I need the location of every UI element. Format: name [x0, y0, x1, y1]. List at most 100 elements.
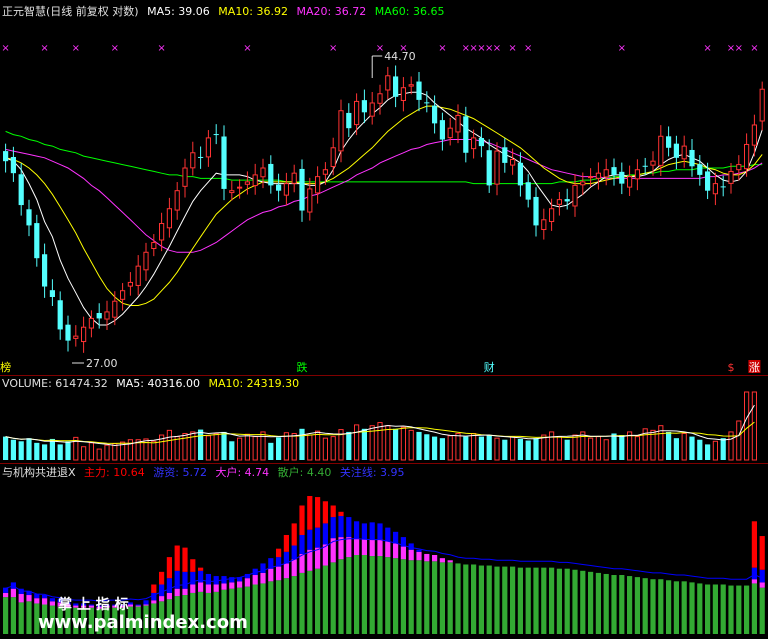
- top-marker: ×: [376, 43, 384, 54]
- candle-body-up: [494, 150, 500, 185]
- indicator-bar-small: [471, 564, 477, 634]
- indicator-bar-small: [533, 567, 539, 634]
- volume-bar-up: [330, 436, 336, 461]
- big-holder-label: 大户: 4.74: [215, 466, 270, 479]
- volume-bar-down: [346, 431, 352, 460]
- candle: [369, 91, 375, 125]
- candle-body-up: [283, 183, 289, 196]
- candle: [182, 158, 188, 198]
- volume-bar-down: [720, 438, 726, 460]
- indicator-bar-small: [510, 566, 516, 634]
- indicator-bar-big: [10, 588, 16, 598]
- indicator-bar-main: [182, 547, 188, 572]
- indicator-bar-small: [463, 564, 469, 634]
- indicator-bar-small: [759, 587, 765, 634]
- candle: [190, 141, 196, 176]
- candle: [619, 162, 625, 195]
- candle: [18, 163, 24, 216]
- indicator-bar-big: [385, 541, 391, 558]
- candle: [205, 130, 212, 167]
- candle-body-up: [182, 167, 188, 187]
- indicator-bar-inst: [159, 584, 165, 597]
- candle: [486, 139, 492, 193]
- candle: [252, 163, 258, 195]
- candle: [26, 199, 32, 237]
- candle-body-down: [697, 164, 703, 175]
- candle: [627, 165, 633, 196]
- candle-body-down: [611, 167, 617, 175]
- candle: [338, 99, 344, 163]
- candle: [260, 158, 266, 189]
- candle-body-up: [455, 114, 461, 133]
- indicator-bar-big: [237, 581, 243, 588]
- candle: [447, 117, 453, 146]
- indicator-bar-big: [416, 551, 422, 561]
- volume-bar-down: [502, 439, 508, 460]
- indicator-bar-small: [455, 563, 461, 634]
- main-force-label: 主力: 10.64: [84, 466, 145, 479]
- volume-bar-down: [439, 438, 445, 460]
- volume-bar-down: [486, 435, 492, 460]
- candle: [478, 127, 484, 158]
- indicator-bar-small: [393, 558, 399, 634]
- indicator-bar-big: [221, 583, 227, 590]
- indicator-bar-big: [447, 560, 453, 563]
- indicator-bar-small: [268, 581, 274, 634]
- indicator-bar-inst: [338, 516, 344, 538]
- indicator-bar-small: [517, 567, 523, 634]
- candle-body-down: [49, 290, 55, 297]
- volume-bar-down: [198, 429, 204, 460]
- volume-bar-up: [322, 437, 328, 461]
- stock-chart-window: × × × × × × × × × × × × × × × × × × × × × × 榜跌财 $ 涨 44.70 27.00 …: [0, 0, 768, 639]
- indicator-bar-big: [439, 558, 445, 563]
- candle-body-up: [650, 160, 656, 166]
- chart-canvas[interactable]: × × × × × × × × × × × × × × × × × × × × × × 榜跌财 $ 涨 44.7027.00: [0, 0, 768, 639]
- candle: [276, 173, 282, 202]
- indicator-bar-small: [385, 557, 391, 634]
- candle: [603, 158, 609, 186]
- candle-body-down: [642, 165, 648, 167]
- candle-body-down: [221, 136, 227, 189]
- watermark-title: 掌 上 指 标: [58, 597, 129, 613]
- volume-bar-down: [424, 434, 430, 460]
- candle: [439, 112, 445, 151]
- volume-bar-up: [494, 437, 500, 461]
- indicator-bar-small: [354, 555, 360, 634]
- indicator-bar-inst: [385, 527, 391, 542]
- volume-bar-down: [221, 431, 227, 460]
- volume-bar-up: [744, 391, 750, 461]
- volume-bar-up: [549, 431, 555, 461]
- volume-bar-up: [455, 432, 461, 461]
- indicator-bar-main: [174, 545, 180, 571]
- volume-bar-up: [151, 440, 157, 461]
- indicator-bar-big: [190, 584, 196, 593]
- volume-bar-down: [3, 436, 9, 460]
- indicator-bar-small: [666, 580, 672, 634]
- indicator-bar-big: [151, 600, 157, 604]
- indicator-bar-small: [642, 578, 648, 634]
- volume-bar-up: [595, 436, 601, 461]
- candle: [244, 171, 251, 195]
- indicator-bar-small: [673, 581, 679, 634]
- candle-body-down: [463, 116, 469, 153]
- candle-body-up: [603, 169, 609, 178]
- indicator-bar-small: [299, 572, 305, 634]
- volume-bar-up: [112, 443, 118, 461]
- candle: [268, 155, 274, 194]
- top-marker: ×: [618, 43, 626, 54]
- candle-body-up: [244, 181, 251, 185]
- indicator-bar-small: [486, 565, 492, 634]
- candle-body-down: [432, 105, 438, 124]
- indicator-bar-small: [564, 568, 570, 634]
- indicator-bar-inst: [299, 534, 305, 554]
- event-label: $: [728, 361, 735, 374]
- event-label: 跌: [297, 360, 308, 374]
- indicator-bar-big: [182, 588, 188, 596]
- indicator-bar-small: [400, 559, 406, 634]
- indicator-bar-main: [190, 559, 196, 572]
- candle: [611, 158, 617, 186]
- candle-body-up: [159, 223, 165, 241]
- focus-line: [5, 538, 763, 602]
- volume-bar-up: [471, 432, 477, 461]
- volume-bar-down: [49, 438, 55, 460]
